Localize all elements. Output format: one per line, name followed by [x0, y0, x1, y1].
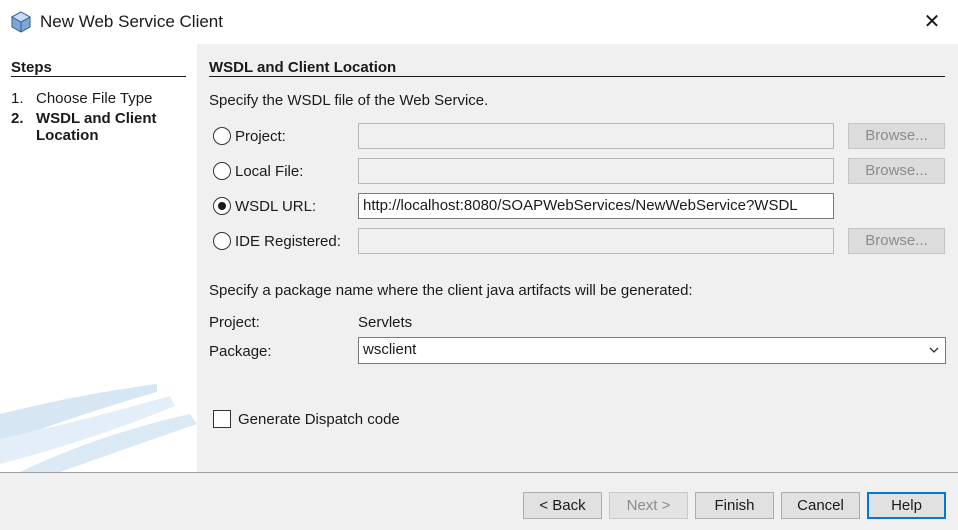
radio-button[interactable]: [213, 127, 231, 145]
wsdl-description: Specify the WSDL file of the Web Service…: [209, 92, 489, 109]
radio-label-project: Project:: [235, 127, 286, 145]
step-label: Choose File Type: [36, 90, 153, 107]
netbeans-cube-icon: [10, 11, 32, 33]
wsdl-url-input[interactable]: http://localhost:8080/SOAPWebServices/Ne…: [358, 193, 834, 219]
ide-registered-field: [358, 228, 834, 254]
radio-ide-registered[interactable]: IDE Registered:: [213, 230, 341, 252]
package-description: Specify a package name where the client …: [209, 282, 693, 299]
next-button: Next >: [609, 492, 688, 519]
package-combo[interactable]: wsclient: [358, 337, 946, 364]
step-number: 2.: [11, 110, 24, 127]
dispatch-label: Generate Dispatch code: [238, 410, 400, 428]
browse-ide-registered-button: Browse...: [848, 228, 945, 254]
step-number: 1.: [11, 90, 24, 107]
radio-button[interactable]: [213, 232, 231, 250]
radio-button-selected[interactable]: [213, 197, 231, 215]
local-file-field: [358, 158, 834, 184]
decorative-swoosh: [0, 384, 197, 472]
chevron-down-icon[interactable]: [929, 346, 939, 354]
radio-label-wsdl-url: WSDL URL:: [235, 197, 317, 215]
step-label: WSDL and Client Location: [36, 110, 157, 144]
dispatch-checkbox[interactable]: [213, 410, 231, 428]
close-button[interactable]: ✕: [912, 6, 952, 38]
radio-label-local-file: Local File:: [235, 162, 304, 180]
main-panel: WSDL and Client Location Specify the WSD…: [197, 44, 958, 472]
project-value: Servlets: [358, 314, 413, 331]
window-title: New Web Service Client: [40, 12, 223, 31]
close-icon: ✕: [923, 11, 941, 33]
package-label: Package:: [209, 343, 272, 360]
project-path-field: [358, 123, 834, 149]
radio-button[interactable]: [213, 162, 231, 180]
radio-local-file[interactable]: Local File:: [213, 160, 303, 182]
finish-button[interactable]: Finish: [695, 492, 774, 519]
package-value: wsclient: [363, 341, 417, 358]
section-title: WSDL and Client Location: [209, 59, 397, 76]
radio-wsdl-url[interactable]: WSDL URL:: [213, 195, 316, 217]
radio-label-ide-registered: IDE Registered:: [235, 232, 341, 250]
project-label: Project:: [209, 314, 260, 331]
cancel-button[interactable]: Cancel: [781, 492, 860, 519]
browse-project-button: Browse...: [848, 123, 945, 149]
dispatch-checkbox-row[interactable]: Generate Dispatch code: [213, 408, 400, 430]
steps-panel: Steps 1. Choose File Type 2. WSDL and Clie…: [0, 44, 197, 472]
steps-divider: [11, 76, 186, 77]
step-item: 1. Choose File Type: [11, 90, 181, 107]
radio-project[interactable]: Project:: [213, 125, 286, 147]
browse-local-file-button: Browse...: [848, 158, 945, 184]
step-item-current: 2. WSDL and Client Location: [11, 110, 181, 144]
help-button[interactable]: Help: [867, 492, 946, 519]
steps-title: Steps: [11, 59, 52, 76]
section-divider: [209, 76, 945, 77]
back-button[interactable]: < Back: [523, 492, 602, 519]
title-bar: New Web Service Client ✕: [0, 0, 958, 44]
